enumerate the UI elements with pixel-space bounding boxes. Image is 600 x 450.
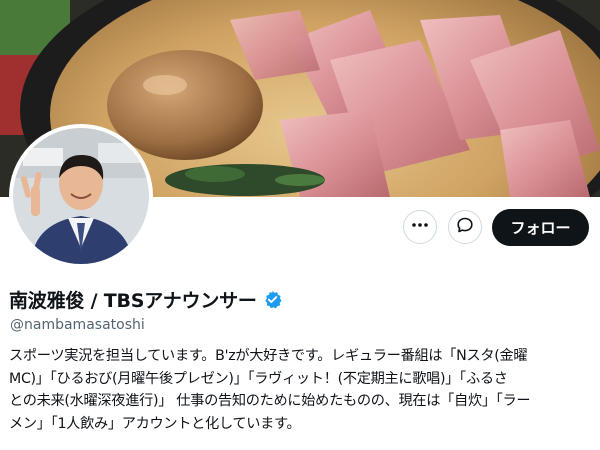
profile-avatar[interactable] (9, 124, 153, 268)
bio-line: スポーツ実況を担当しています。B'zが大好きです。レギュラー番組は「Nスタ(金曜 (9, 348, 528, 364)
profile-handle: @nambamasatoshi (10, 317, 145, 333)
message-button[interactable] (448, 210, 482, 244)
avatar-photo (13, 128, 149, 264)
display-name: 南波雅俊 / TBSアナウンサー (9, 290, 257, 312)
bio-line: との未来(水曜深夜進行)」 仕事の告知のために始めたものの、現在は「自炊」「ラー (9, 393, 531, 409)
more-button[interactable] (403, 210, 437, 244)
more-dots-icon (411, 216, 429, 238)
verified-badge-icon[interactable] (263, 290, 282, 309)
follow-button[interactable]: フォロー (492, 209, 589, 246)
profile-name-row: 南波雅俊 / TBSアナウンサー (9, 286, 282, 313)
bio-line: メン」「1人飲み」アカウントと化しています。 (9, 415, 301, 432)
bio-line: MC)」「ひるおび(月曜午後プレゼン)」「ラヴィット！(不定期主に歌唱)」「ふる… (9, 370, 508, 387)
message-icon (456, 216, 474, 238)
profile-bio: スポーツ実況を担当しています。B'zが大好きです。レギュラー番組は「Nスタ(金曜… (9, 345, 591, 435)
